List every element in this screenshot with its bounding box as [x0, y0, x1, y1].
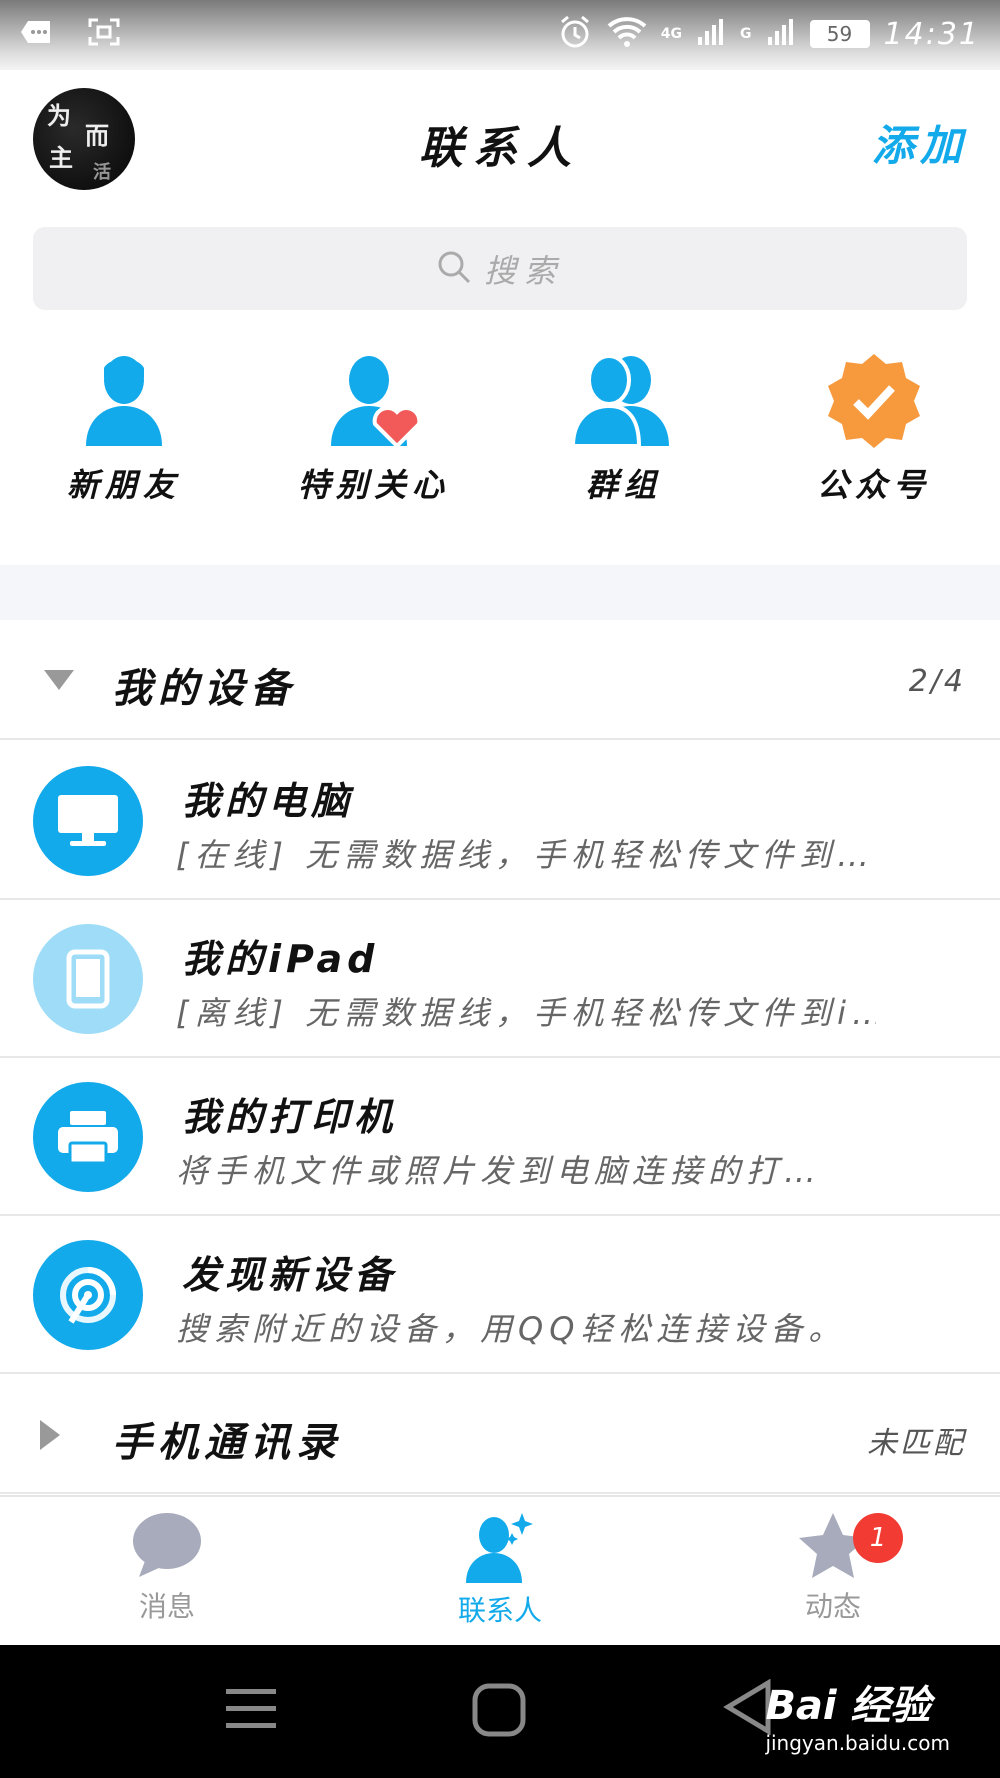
network-type-g: G — [740, 26, 752, 42]
network-type-4g: 4G — [660, 26, 683, 42]
new-friends-entry[interactable]: 新朋友 — [24, 350, 224, 506]
add-button[interactable]: 添加 — [872, 112, 968, 173]
group-title: 手机通讯录 — [112, 1420, 342, 1466]
device-row-printer[interactable]: 我的打印机 将手机文件或照片发到电脑连接的打… — [0, 1058, 1000, 1216]
home-icon[interactable] — [472, 1683, 526, 1741]
device-description: 搜索附近的设备，用QQ轻松连接设备。 — [176, 1310, 847, 1348]
signal-icon — [766, 17, 796, 51]
group-my-devices[interactable]: 我的设备 2/4 — [0, 620, 1000, 740]
search-input[interactable]: 搜索 — [33, 227, 967, 310]
device-name: 我的打印机 — [182, 1095, 398, 1139]
page-title: 联系人 — [419, 123, 581, 174]
baidu-watermark: Bai 经验 jingyan.baidu.com — [765, 1673, 950, 1755]
group-count: 2/4 — [908, 664, 966, 699]
tablet-icon — [33, 924, 143, 1034]
quick-entry-label: 群组 — [585, 466, 662, 504]
signal-icon — [696, 17, 726, 51]
system-nav-bar: Bai 经验 jingyan.baidu.com — [0, 1645, 1000, 1778]
menu-icon[interactable] — [226, 1687, 276, 1735]
wifi-icon — [607, 16, 647, 52]
device-name: 我的iPad — [182, 937, 380, 981]
battery-level: 59 — [809, 20, 870, 48]
groups-entry[interactable]: 群组 — [524, 350, 724, 506]
more-icon — [20, 19, 52, 49]
watermark-main: Bai 经验 — [765, 1683, 931, 1729]
verified-badge-icon — [774, 350, 974, 450]
group-title: 我的设备 — [112, 666, 296, 712]
collapse-arrow-icon — [44, 670, 74, 696]
tab-contacts[interactable]: 联系人 — [400, 1511, 600, 1629]
search-placeholder: 搜索 — [483, 251, 564, 290]
quick-entry-label: 特别关心 — [297, 466, 450, 504]
quick-entries: 新朋友 特别关心 群组 公众号 — [0, 350, 1000, 530]
device-row-computer[interactable]: 我的电脑 [在线] 无需数据线，手机轻松传文件到… — [0, 742, 1000, 900]
printer-icon — [33, 1082, 143, 1192]
group-phone-contacts[interactable]: 手机通讯录 未匹配 — [0, 1374, 1000, 1494]
alarm-icon — [557, 14, 593, 54]
device-description: [离线] 无需数据线，手机轻松传文件到i… — [176, 994, 876, 1032]
screenshot-icon — [88, 18, 120, 50]
notification-badge: 1 — [853, 1513, 903, 1563]
search-icon — [436, 249, 472, 289]
computer-icon — [33, 766, 143, 876]
device-name: 发现新设备 — [182, 1253, 398, 1297]
star-icon — [733, 1511, 933, 1579]
quick-entry-label: 新朋友 — [66, 466, 181, 504]
tab-feeds[interactable]: 1 动态 — [733, 1511, 933, 1625]
person-heart-icon — [274, 350, 474, 450]
watermark-sub: jingyan.baidu.com — [765, 1731, 950, 1755]
quick-entry-label: 公众号 — [816, 466, 931, 504]
tab-label: 动态 — [804, 1590, 861, 1623]
device-row-discover[interactable]: 发现新设备 搜索附近的设备，用QQ轻松连接设备。 — [0, 1216, 1000, 1374]
official-accounts-entry[interactable]: 公众号 — [774, 350, 974, 506]
device-description: 将手机文件或照片发到电脑连接的打… — [176, 1152, 823, 1190]
clock: 14:31 — [883, 16, 980, 52]
group-status: 未匹配 — [867, 1426, 966, 1461]
device-description: [在线] 无需数据线，手机轻松传文件到… — [176, 836, 876, 874]
expand-arrow-icon — [40, 1420, 62, 1454]
bottom-tab-bar: 消息 联系人 1 动态 — [0, 1495, 1000, 1645]
section-divider — [0, 565, 1000, 620]
special-care-entry[interactable]: 特别关心 — [274, 350, 474, 506]
contacts-icon — [400, 1511, 600, 1583]
tab-label: 联系人 — [457, 1594, 542, 1627]
device-name: 我的电脑 — [182, 779, 355, 823]
device-row-ipad[interactable]: 我的iPad [离线] 无需数据线，手机轻松传文件到i… — [0, 900, 1000, 1058]
radar-icon — [33, 1240, 143, 1350]
chat-bubble-icon — [67, 1511, 267, 1579]
group-icon — [524, 350, 724, 450]
person-icon — [24, 350, 224, 450]
status-bar: 4G G 59 14:31 — [0, 0, 1000, 70]
header-bar: 为 而 主 活 联系人 添加 — [0, 70, 1000, 210]
tab-messages[interactable]: 消息 — [67, 1511, 267, 1625]
tab-label: 消息 — [138, 1590, 195, 1623]
